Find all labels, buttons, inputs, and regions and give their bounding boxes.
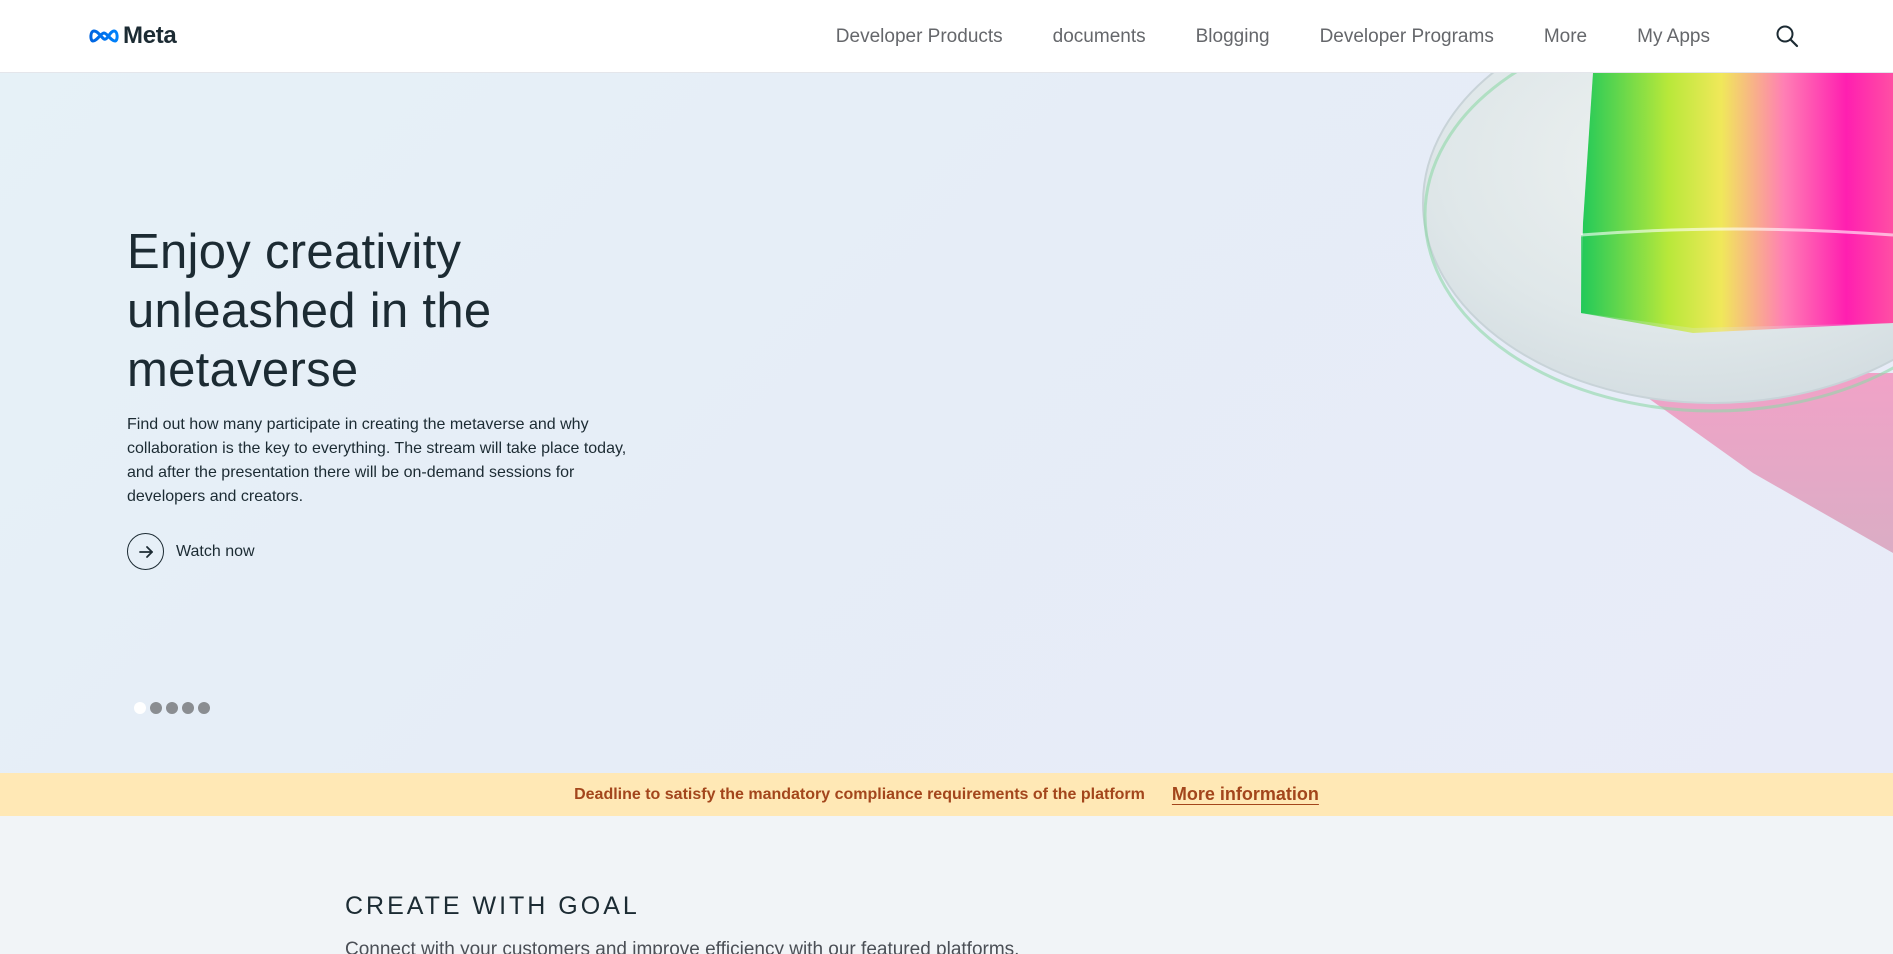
- meta-infinity-icon: [89, 29, 119, 43]
- carousel-dot-4[interactable]: [182, 702, 194, 714]
- carousel-indicators: [134, 702, 210, 714]
- watch-now-button[interactable]: Watch now: [127, 533, 255, 570]
- search-icon: [1776, 25, 1799, 48]
- create-with-goal-section: CREATE WITH GOAL Connect with your custo…: [0, 816, 1893, 954]
- meta-logo[interactable]: Meta: [89, 22, 177, 50]
- carousel-dot-5[interactable]: [198, 702, 210, 714]
- nav-link-developer-products[interactable]: Developer Products: [811, 26, 1028, 48]
- hero-artwork: [1422, 73, 1893, 553]
- hero-title: Enjoy creativity unleashed in the metave…: [127, 225, 492, 397]
- search-button[interactable]: [1774, 23, 1800, 49]
- nav-link-my-apps[interactable]: My Apps: [1612, 26, 1735, 48]
- carousel-dot-2[interactable]: [150, 702, 162, 714]
- nav-link-documents[interactable]: documents: [1028, 26, 1171, 48]
- nav-link-developer-programs[interactable]: Developer Programs: [1295, 26, 1519, 48]
- nav-links: Developer Products documents Blogging De…: [811, 0, 1735, 73]
- more-information-link[interactable]: More information: [1172, 784, 1319, 805]
- nav-link-more[interactable]: More: [1519, 26, 1612, 48]
- carousel-dot-1[interactable]: [134, 702, 146, 714]
- carousel-dot-3[interactable]: [166, 702, 178, 714]
- brand-name: Meta: [123, 22, 177, 49]
- compliance-banner: Deadline to satisfy the mandatory compli…: [0, 773, 1893, 816]
- hero-section: Enjoy creativity unleashed in the metave…: [0, 73, 1893, 773]
- section-subtitle: Connect with your customers and improve …: [345, 939, 1020, 954]
- hero-description: Find out how many participate in creatin…: [127, 416, 627, 505]
- top-navigation: Meta Developer Products documents Bloggi…: [0, 0, 1893, 73]
- banner-text: Deadline to satisfy the mandatory compli…: [574, 785, 1145, 803]
- section-title: CREATE WITH GOAL: [345, 892, 640, 920]
- arrow-right-icon: [127, 533, 164, 570]
- watch-now-label: Watch now: [176, 542, 255, 560]
- nav-link-blogging[interactable]: Blogging: [1171, 26, 1295, 48]
